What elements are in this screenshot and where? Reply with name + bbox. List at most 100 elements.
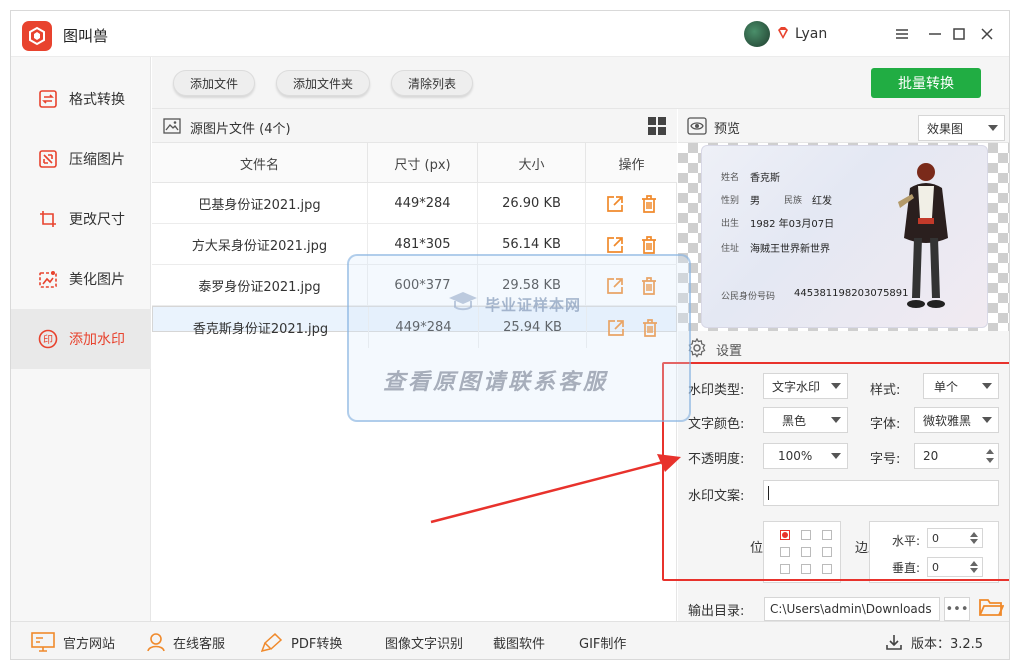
maximize-icon[interactable] xyxy=(948,23,970,45)
column-header-size: 大小 xyxy=(478,143,586,183)
font-size-label: 字号: xyxy=(870,452,901,467)
batch-convert-button[interactable]: 批量转换 xyxy=(871,68,981,98)
online-service-label: 在线客服 xyxy=(173,636,226,652)
gif-link[interactable]: GIF制作 xyxy=(579,622,626,659)
stepper-down-icon[interactable] xyxy=(986,458,994,463)
watermark-icon: 印 xyxy=(37,328,59,350)
position-cell-top-center[interactable] xyxy=(801,530,811,540)
version-info[interactable]: 版本：3.2.5 xyxy=(885,622,984,659)
preview-mode-select[interactable]: 效果图 xyxy=(918,115,1005,141)
font-select[interactable]: 微软雅黑 xyxy=(914,407,999,433)
delete-icon[interactable] xyxy=(639,276,659,296)
opacity-select[interactable]: 100% xyxy=(763,443,848,469)
stepper-up-icon[interactable] xyxy=(970,532,978,537)
id-card-image: 姓名 香克斯 性别 男 民族 红发 出生 1982 年03月07日 住址 海贼王… xyxy=(701,145,988,328)
open-external-icon[interactable] xyxy=(605,276,625,296)
menu-icon[interactable] xyxy=(891,23,913,45)
stepper-down-icon[interactable] xyxy=(970,568,978,573)
file-name: 巴基身份证2021.jpg xyxy=(152,183,368,224)
horizontal-margin-stepper[interactable]: 0 xyxy=(927,528,983,548)
wm-type-select[interactable]: 文字水印 xyxy=(763,373,848,399)
chevron-down-icon xyxy=(831,417,841,423)
file-dimensions: 449*284 xyxy=(368,183,478,224)
sidebar-item-watermark[interactable]: 印 添加水印 xyxy=(11,309,151,369)
column-header-actions: 操作 xyxy=(618,157,645,173)
pdf-convert-link[interactable]: PDF转换 xyxy=(261,622,342,659)
grid-view-icon[interactable] xyxy=(648,117,666,135)
official-site-label: 官方网站 xyxy=(63,636,116,652)
vip-diamond-icon xyxy=(778,27,788,39)
file-name: 方大呆身份证2021.jpg xyxy=(152,224,368,265)
minimize-icon[interactable] xyxy=(924,23,946,45)
screenshot-link[interactable]: 截图软件 xyxy=(493,622,545,659)
row-actions xyxy=(586,224,677,265)
online-service-link[interactable]: 在线客服 xyxy=(147,622,226,659)
card-label: 住址 xyxy=(721,244,740,254)
text-color-select[interactable]: 黑色 xyxy=(763,407,848,433)
position-cell-bottom-right[interactable] xyxy=(822,564,832,574)
stepper-up-icon[interactable] xyxy=(986,449,994,454)
folder-icon[interactable] xyxy=(978,595,1004,619)
stepper-down-icon[interactable] xyxy=(970,539,978,544)
position-cell-bottom-center[interactable] xyxy=(801,564,811,574)
file-panel-title: 源图片文件 (4个) xyxy=(190,122,291,137)
stepper-up-icon[interactable] xyxy=(970,561,978,566)
browse-more-icon[interactable]: ••• xyxy=(944,597,970,621)
sidebar-item-format-convert[interactable]: 格式转换 xyxy=(11,69,151,129)
card-value: 香克斯 xyxy=(750,173,780,184)
position-cell-top-right[interactable] xyxy=(822,530,832,540)
add-file-button[interactable]: 添加文件 xyxy=(173,70,255,96)
opacity-label: 不透明度: xyxy=(688,452,745,467)
sidebar-item-beautify[interactable]: 美化图片 xyxy=(11,249,151,309)
add-folder-button[interactable]: 添加文件夹 xyxy=(276,70,370,96)
user-name[interactable]: Lyan xyxy=(795,26,827,42)
delete-icon[interactable] xyxy=(640,318,660,338)
close-icon[interactable] xyxy=(976,23,998,45)
sidebar-item-compress[interactable]: 压缩图片 xyxy=(11,129,151,189)
card-value: 海贼王世界新世界 xyxy=(750,244,830,255)
official-site-link[interactable]: 官方网站 xyxy=(31,622,116,659)
style-select[interactable]: 单个 xyxy=(923,373,999,399)
delete-icon[interactable] xyxy=(639,235,659,255)
chevron-down-icon xyxy=(982,417,992,423)
table-row-selected[interactable]: 香克斯身份证2021.jpg 449*284 25.94 KB xyxy=(152,306,677,348)
font-size-value: 20 xyxy=(923,449,939,463)
font-size-stepper[interactable]: 20 xyxy=(914,443,999,469)
file-panel: 源图片文件 (4个) 文件名 尺寸 (px) 大小 操作 巴基身份证2021.j… xyxy=(152,109,677,621)
text-cursor xyxy=(768,486,769,500)
output-path-field[interactable]: C:\Users\admin\Downloads xyxy=(764,597,940,621)
sidebar-item-resize[interactable]: 更改尺寸 xyxy=(11,189,151,249)
output-label: 输出目录: xyxy=(688,604,745,619)
image-icon xyxy=(163,118,181,134)
wm-text-input[interactable] xyxy=(763,480,999,506)
open-external-icon[interactable] xyxy=(605,235,625,255)
row-actions xyxy=(586,183,677,224)
title-bar: 图叫兽 Lyan xyxy=(11,11,1009,57)
file-size: 56.14 KB xyxy=(478,224,586,265)
position-cell-middle-right[interactable] xyxy=(822,547,832,557)
table-row[interactable]: 方大呆身份证2021.jpg 481*305 56.14 KB xyxy=(152,224,677,265)
position-cell-bottom-left[interactable] xyxy=(780,564,790,574)
horizontal-label: 水平: xyxy=(892,534,921,548)
open-external-icon[interactable] xyxy=(606,318,626,338)
settings-title: 设置 xyxy=(716,344,743,359)
column-header-name: 文件名 xyxy=(152,143,368,183)
chevron-down-icon xyxy=(982,383,992,389)
position-cell-middle-left[interactable] xyxy=(780,547,790,557)
sidebar: 格式转换 压缩图片 更改尺寸 美化图片 印 添加水印 xyxy=(11,57,151,621)
vertical-label: 垂直: xyxy=(892,561,921,575)
position-cell-top-left[interactable] xyxy=(780,530,790,540)
vertical-margin-stepper[interactable]: 0 xyxy=(927,557,983,577)
table-row[interactable]: 泰罗身份证2021.jpg 600*377 29.58 KB xyxy=(152,265,677,306)
position-cell-middle-center[interactable] xyxy=(801,547,811,557)
gear-icon xyxy=(688,338,706,358)
ocr-link[interactable]: 图像文字识别 xyxy=(385,622,463,659)
open-external-icon[interactable] xyxy=(605,194,625,214)
version-label: 版本：3.2.5 xyxy=(911,636,984,652)
clear-list-button[interactable]: 清除列表 xyxy=(391,70,473,96)
card-label: 民族 xyxy=(784,196,803,206)
position-grid[interactable] xyxy=(763,521,841,583)
avatar[interactable] xyxy=(744,21,770,47)
delete-icon[interactable] xyxy=(639,194,659,214)
table-row[interactable]: 巴基身份证2021.jpg 449*284 26.90 KB xyxy=(152,183,677,224)
